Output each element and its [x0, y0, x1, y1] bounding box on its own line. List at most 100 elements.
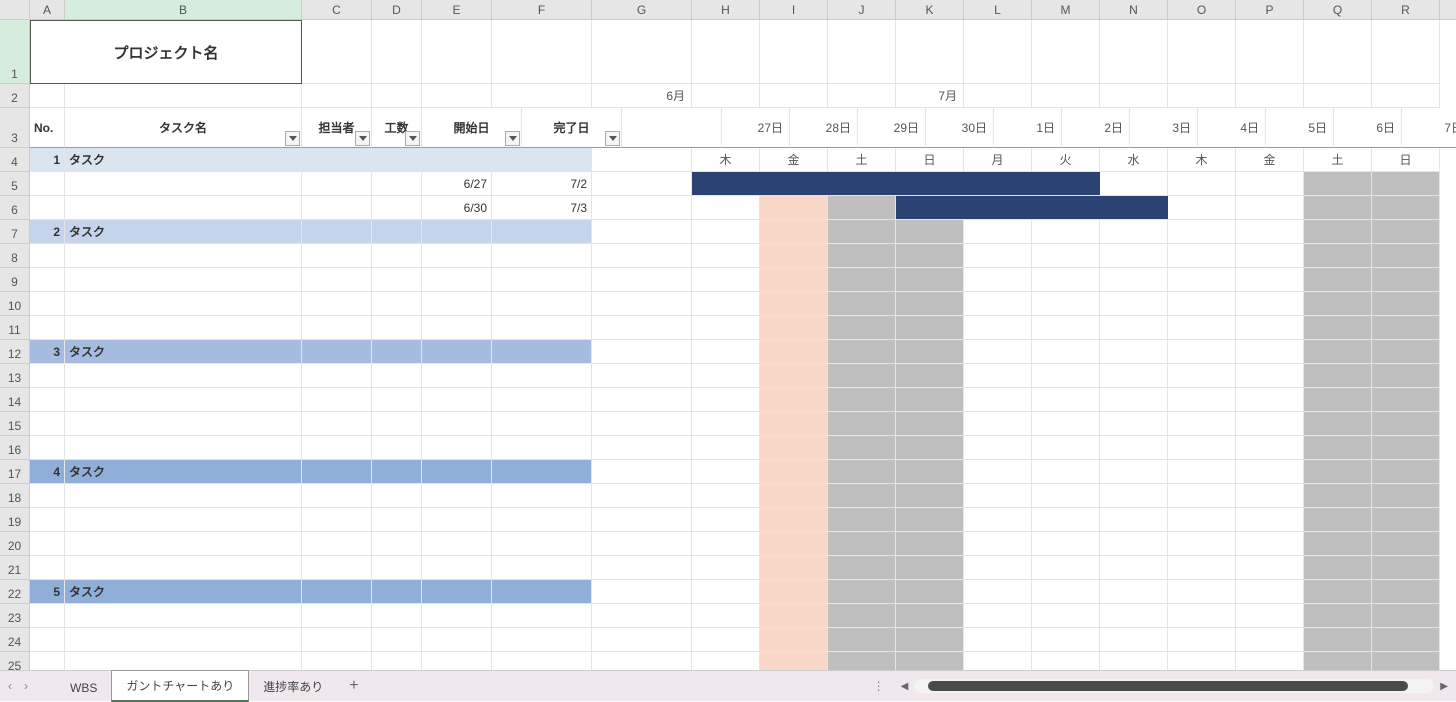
gantt-cell[interactable]: [896, 604, 964, 628]
date-header[interactable]: [622, 108, 722, 148]
cell[interactable]: [1168, 20, 1236, 84]
cell[interactable]: [828, 84, 896, 108]
cell[interactable]: [422, 628, 492, 652]
scrollbar-thumb[interactable]: [928, 681, 1408, 691]
gantt-cell[interactable]: [1032, 340, 1100, 364]
gantt-cell[interactable]: [760, 316, 828, 340]
cell[interactable]: 3: [30, 340, 65, 364]
gantt-cell[interactable]: [1372, 604, 1440, 628]
add-sheet-button[interactable]: +: [337, 677, 370, 695]
gantt-cell[interactable]: [828, 316, 896, 340]
gantt-cell[interactable]: [1304, 532, 1372, 556]
gantt-cell[interactable]: [760, 508, 828, 532]
gantt-cell[interactable]: [692, 268, 760, 292]
row-header-1[interactable]: 1: [0, 20, 30, 84]
row-header[interactable]: 20: [0, 532, 30, 556]
cell[interactable]: [302, 412, 372, 436]
gantt-cell[interactable]: [964, 340, 1032, 364]
gantt-cell[interactable]: [1304, 460, 1372, 484]
gantt-cell[interactable]: [1100, 508, 1168, 532]
gantt-cell[interactable]: [1236, 316, 1304, 340]
cell[interactable]: [30, 244, 65, 268]
gantt-cell[interactable]: [964, 268, 1032, 292]
gantt-cell[interactable]: 土: [1304, 148, 1372, 172]
gantt-cell[interactable]: [828, 220, 896, 244]
cell[interactable]: [492, 532, 592, 556]
row-header[interactable]: 10: [0, 292, 30, 316]
scroll-right-icon[interactable]: ▶: [1438, 681, 1450, 692]
gantt-cell[interactable]: [592, 556, 692, 580]
gantt-cell[interactable]: [1100, 388, 1168, 412]
cell[interactable]: [302, 84, 372, 108]
gantt-cell[interactable]: [1100, 532, 1168, 556]
cell[interactable]: [372, 628, 422, 652]
cell[interactable]: [492, 388, 592, 412]
gantt-cell[interactable]: [1236, 628, 1304, 652]
cell[interactable]: [65, 364, 302, 388]
gantt-cell[interactable]: [592, 628, 692, 652]
gantt-cell[interactable]: [692, 388, 760, 412]
gantt-cell[interactable]: [896, 652, 964, 670]
gantt-cell[interactable]: [1304, 316, 1372, 340]
row-24[interactable]: 24: [0, 628, 1456, 652]
gantt-cell[interactable]: [692, 652, 760, 670]
row-header[interactable]: 14: [0, 388, 30, 412]
gantt-cell[interactable]: [1236, 340, 1304, 364]
date-header[interactable]: 29日: [858, 108, 926, 148]
gantt-cell[interactable]: [1168, 412, 1236, 436]
cell[interactable]: [422, 340, 492, 364]
column-header[interactable]: Q: [1304, 0, 1372, 19]
gantt-cell[interactable]: [828, 244, 896, 268]
row-header[interactable]: 15: [0, 412, 30, 436]
gantt-cell[interactable]: [760, 436, 828, 460]
gantt-cell[interactable]: [1168, 220, 1236, 244]
gantt-cell[interactable]: [592, 148, 692, 172]
gantt-cell[interactable]: [592, 340, 692, 364]
gantt-cell[interactable]: [896, 196, 964, 220]
cell[interactable]: [65, 292, 302, 316]
gantt-cell[interactable]: [1236, 388, 1304, 412]
cell[interactable]: [422, 436, 492, 460]
cell[interactable]: [65, 388, 302, 412]
gantt-cell[interactable]: [1304, 388, 1372, 412]
cell[interactable]: [1168, 84, 1236, 108]
gantt-cell[interactable]: [828, 484, 896, 508]
date-header[interactable]: 27日: [722, 108, 790, 148]
gantt-cell[interactable]: [1168, 244, 1236, 268]
cell[interactable]: [65, 244, 302, 268]
gantt-cell[interactable]: [1304, 220, 1372, 244]
gantt-cell[interactable]: 月: [964, 148, 1032, 172]
cell[interactable]: [30, 388, 65, 412]
gantt-cell[interactable]: [828, 532, 896, 556]
gantt-cell[interactable]: [1372, 580, 1440, 604]
cell[interactable]: [1372, 20, 1440, 84]
gantt-cell[interactable]: [964, 388, 1032, 412]
gantt-cell[interactable]: [1372, 436, 1440, 460]
cell[interactable]: 6/27: [422, 172, 492, 196]
gantt-cell[interactable]: [896, 412, 964, 436]
gantt-cell[interactable]: [896, 364, 964, 388]
gantt-cell[interactable]: [692, 412, 760, 436]
date-header[interactable]: 2日: [1062, 108, 1130, 148]
cell[interactable]: [492, 556, 592, 580]
gantt-cell[interactable]: [1304, 268, 1372, 292]
gantt-cell[interactable]: [692, 364, 760, 388]
gantt-cell[interactable]: [1100, 292, 1168, 316]
gantt-cell[interactable]: [1032, 316, 1100, 340]
row-3[interactable]: 3 No. タスク名 担当者 工数 開始日 完了日 27日28日29日30日1日…: [0, 108, 1456, 148]
row-16[interactable]: 16: [0, 436, 1456, 460]
gantt-cell[interactable]: 火: [1032, 148, 1100, 172]
gantt-cell[interactable]: [896, 316, 964, 340]
cell[interactable]: [30, 364, 65, 388]
row-7[interactable]: 72タスク: [0, 220, 1456, 244]
cell[interactable]: [65, 412, 302, 436]
cell[interactable]: [422, 508, 492, 532]
cell[interactable]: [372, 268, 422, 292]
cell[interactable]: [422, 532, 492, 556]
gantt-cell[interactable]: [1032, 292, 1100, 316]
gantt-cell[interactable]: [1032, 220, 1100, 244]
column-header[interactable]: O: [1168, 0, 1236, 19]
gantt-cell[interactable]: [1100, 316, 1168, 340]
cell[interactable]: タスク: [65, 580, 302, 604]
gantt-cell[interactable]: [964, 532, 1032, 556]
